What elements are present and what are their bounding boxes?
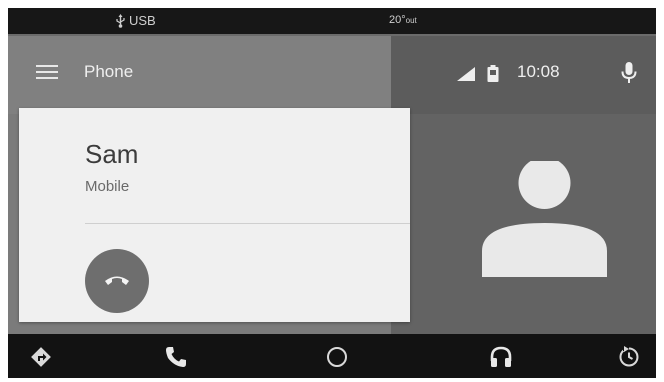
usb-indicator: USB xyxy=(115,13,156,28)
recents-button[interactable] xyxy=(616,344,642,370)
hang-up-button[interactable] xyxy=(85,249,149,313)
hang-up-icon xyxy=(105,276,129,285)
home-icon xyxy=(327,347,347,367)
signal-icon xyxy=(457,67,475,81)
contact-avatar xyxy=(482,161,607,277)
bottom-navigation-bar xyxy=(8,334,656,378)
caller-name: Sam xyxy=(85,139,139,169)
battery-icon xyxy=(487,65,499,82)
card-divider xyxy=(85,223,410,224)
app-bar xyxy=(8,36,391,114)
usb-icon xyxy=(116,13,125,28)
active-call-card: Sam Mobile xyxy=(19,108,410,322)
headphones-icon xyxy=(490,346,512,367)
recents-icon xyxy=(619,346,639,367)
phone-button[interactable] xyxy=(163,344,189,370)
clock: 10:08 xyxy=(517,62,560,81)
caller-number-type: Mobile xyxy=(85,178,130,195)
android-auto-screen: USB 20°out Phone 10:08 Sam Mobile xyxy=(8,8,656,378)
temperature-suffix: out xyxy=(405,16,417,25)
app-title: Phone xyxy=(84,62,134,81)
audio-button[interactable] xyxy=(488,344,514,370)
phone-icon xyxy=(166,347,186,367)
outside-temperature: 20°out xyxy=(389,14,417,26)
usb-label: USB xyxy=(129,13,156,28)
temperature-value: 20° xyxy=(389,14,406,26)
home-button[interactable] xyxy=(324,344,350,370)
navigation-icon xyxy=(31,347,51,367)
navigation-button[interactable] xyxy=(28,344,54,370)
mic-icon[interactable] xyxy=(621,62,637,84)
status-bar: USB 20°out xyxy=(8,8,656,34)
menu-icon[interactable] xyxy=(36,65,58,81)
